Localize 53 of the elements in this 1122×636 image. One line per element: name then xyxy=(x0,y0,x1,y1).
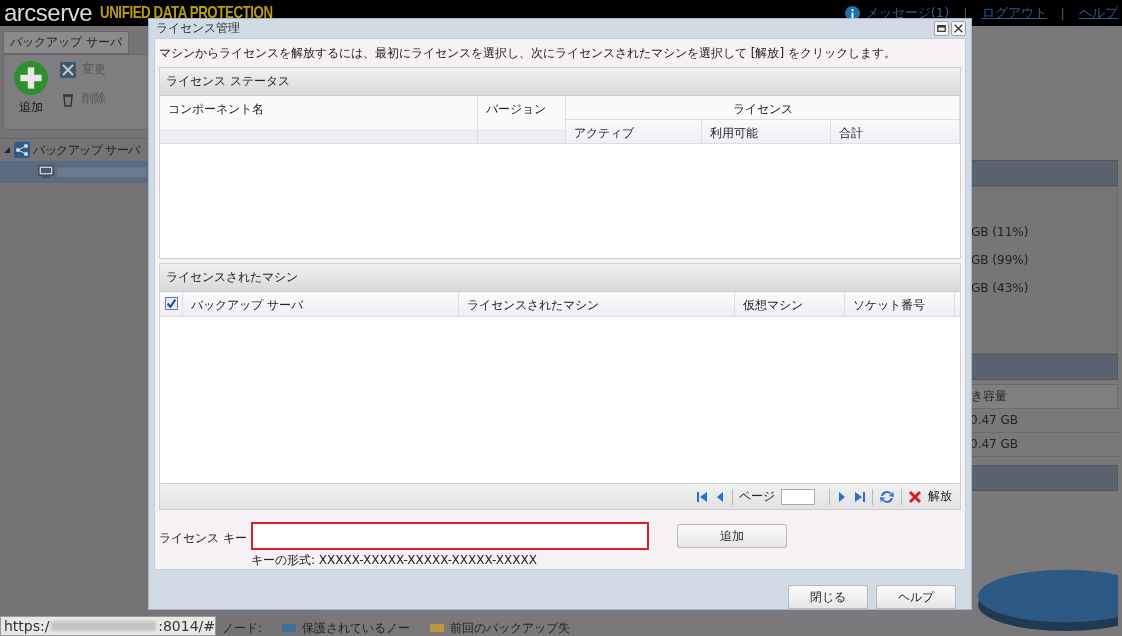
legend-label: ノード: xyxy=(222,619,263,636)
format-hint: キーの形式: XXXXX-XXXXX-XXXXX-XXXXX-XXXXX xyxy=(251,552,538,569)
panel-title: ライセンスされたマシン xyxy=(160,263,960,292)
expand-icon[interactable] xyxy=(3,146,11,154)
header-link[interactable]: ヘルプ xyxy=(1079,4,1118,22)
network-icon xyxy=(14,142,30,158)
add-button[interactable]: 追加 xyxy=(14,61,48,123)
usage-text: GB (43%) xyxy=(971,281,1030,295)
url-text: :8014/# xyxy=(158,618,215,634)
header-link[interactable]: ログアウト xyxy=(981,4,1047,22)
page-label: ページ xyxy=(739,488,775,505)
legend-item: 前回のバックアップ失 xyxy=(450,619,571,636)
first-page-icon[interactable] xyxy=(696,490,708,503)
tagline: UNIFIED DATA PROTECTION xyxy=(100,3,273,22)
computer-icon xyxy=(38,164,54,180)
column-header: 合計 xyxy=(831,120,960,144)
logo: arcserve xyxy=(4,1,93,25)
messages-link[interactable]: メッセージ(1) xyxy=(865,4,950,22)
usage-text: GB (99%) xyxy=(971,253,1030,267)
plus-icon xyxy=(14,61,48,95)
panel-title: ライセンス ステータス xyxy=(160,68,960,96)
column-group-header: ライセンス xyxy=(566,96,960,120)
select-all-checkbox[interactable] xyxy=(164,297,178,310)
last-page-icon[interactable] xyxy=(854,490,866,503)
column-header: ライセンスされたマシン xyxy=(459,291,735,316)
separator: | xyxy=(1060,5,1065,21)
usage-text: GB (11%) xyxy=(971,225,1030,239)
column-header: き容量 xyxy=(970,384,1118,409)
page-input[interactable] xyxy=(781,488,815,505)
refresh-icon[interactable] xyxy=(879,488,895,505)
license-key-field[interactable] xyxy=(251,522,649,550)
panel-tab[interactable]: バックアップ サーバ xyxy=(3,31,129,54)
column-header: バックアップ サーバ xyxy=(183,291,459,316)
tree-item[interactable]: バックアップ サーバ xyxy=(33,141,140,159)
column-header: アクティブ xyxy=(566,120,702,144)
column-header: 仮想マシン xyxy=(735,291,845,316)
column-header: バージョン xyxy=(478,96,566,144)
cross-icon xyxy=(908,489,922,504)
instruction-text: マシンからライセンスを解放するには、最初にライセンスを選択し、次にライセンスされたマシンを選択して [解放] をクリックします。 xyxy=(159,45,897,62)
dialog-title: ライセンス管理 xyxy=(156,20,240,37)
column-header: コンポーネント名 xyxy=(160,96,478,144)
help-button[interactable]: ヘルプ xyxy=(876,585,956,609)
close-button[interactable]: 閉じる xyxy=(788,585,868,609)
release-button[interactable]: 解放 xyxy=(908,488,952,505)
add-button[interactable]: 追加 xyxy=(677,524,787,548)
column-header: 利用可能 xyxy=(702,120,831,144)
maximize-icon[interactable] xyxy=(934,21,949,36)
field-label: ライセンス キー xyxy=(159,530,248,547)
column-header: ソケット番号 xyxy=(845,291,955,316)
legend-item: 保護されているノー xyxy=(302,619,411,636)
close-icon[interactable] xyxy=(951,21,966,36)
tools-icon xyxy=(60,61,76,78)
url-text: https:/ xyxy=(4,618,50,634)
